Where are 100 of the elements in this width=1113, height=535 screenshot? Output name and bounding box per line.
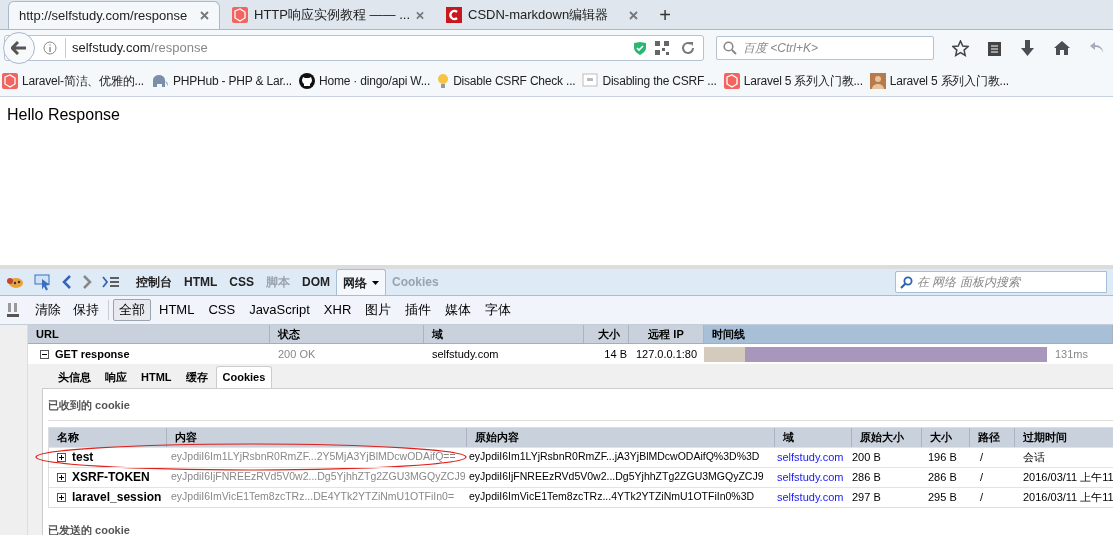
back-button[interactable] [3, 32, 35, 64]
column-header[interactable]: 时间线 [704, 325, 1113, 343]
section-title: 已发送的 cookie [48, 522, 131, 535]
cookie-name: XSRF-TOKEN [72, 469, 150, 486]
forward-chevron-icon[interactable] [82, 275, 92, 289]
close-icon[interactable] [629, 10, 638, 20]
domain-cell-text: selfstudy.com [431, 346, 500, 362]
size-cell-text: 286 B [927, 469, 958, 485]
column-header[interactable]: 大小 [584, 325, 629, 343]
detail-tab[interactable]: 响应 [99, 366, 133, 388]
browser-tab[interactable]: http://selfstudy.com/response [8, 1, 220, 29]
column-header[interactable]: 状态 [270, 325, 424, 343]
search-icon [723, 41, 737, 55]
column-header[interactable]: 过期时间 [1015, 427, 1113, 447]
column-header[interactable]: 名称 [49, 427, 167, 447]
info-icon[interactable] [43, 41, 57, 55]
panel-tab[interactable]: 控制台 [130, 269, 178, 295]
raw-value: eyJpdiI6ImVicE1Tem8zcTRz...4YTk2YTZiNmU1OTFiIn0%3D [468, 489, 756, 505]
bookmark-link[interactable]: Laravel-简洁、优雅的... [22, 72, 144, 90]
detail-tab[interactable]: 头信息 [52, 366, 97, 388]
filter-button[interactable]: JavaScript [243, 299, 316, 321]
page-icon [582, 73, 599, 89]
search-field[interactable]: 百度 <Ctrl+K> [716, 36, 934, 60]
browser-tab[interactable]: HTTP响应实例教程 —— ... [222, 1, 434, 29]
filter-button[interactable]: 媒体 [439, 299, 478, 321]
filter-button[interactable]: 字体 [479, 299, 518, 321]
detail-tab[interactable]: HTML [135, 366, 178, 388]
expand-icon[interactable] [57, 492, 66, 502]
dropdown-caret-icon [372, 280, 379, 285]
bookmark-link[interactable]: Disable CSRF Check ... [453, 72, 576, 90]
cookie-row[interactable]: laravel_session eyJpdiI6ImVicE1Tem8zcTRz...DE4YTk2YTZiNmU1OTFiIn0= eyJpdiI6ImVicE1Tem8zcTRz...4YTk2YTZiNmU1OTFiIn0%3D selfstudy.com 297 B 295 B / 2016/03/11 上午11 [49, 486, 1113, 507]
path-cell-text: / [979, 469, 985, 485]
column-header[interactable]: 内容 [167, 427, 467, 447]
column-header[interactable]: 大小 [922, 427, 970, 447]
bug-icon[interactable] [6, 275, 24, 289]
panel-tab[interactable]: 网络 [336, 269, 386, 295]
qr-code-icon[interactable] [655, 41, 669, 55]
tab-title: HTTP响应实例教程 —— ... [254, 6, 410, 25]
filter-button[interactable]: XHR [317, 299, 358, 321]
clipboard-list-icon[interactable] [987, 39, 1002, 57]
new-tab-button[interactable]: + [650, 1, 680, 29]
browser-tab[interactable]: CSDN-markdown编辑器 [436, 1, 648, 29]
toolbar-button[interactable]: 清除 [30, 300, 66, 320]
inspect-pointer-icon[interactable] [34, 273, 52, 291]
column-header[interactable]: 域 [775, 427, 852, 447]
close-icon[interactable] [200, 11, 209, 20]
page-text: Hello Response [7, 106, 120, 123]
path-cell-text: / [979, 489, 985, 505]
panel-tab[interactable]: HTML [178, 269, 224, 295]
bookmark-link[interactable]: Laravel 5 系列入门教... [743, 72, 863, 90]
star-icon[interactable] [952, 39, 969, 57]
detail-tab[interactable]: 缓存 [179, 366, 214, 388]
column-header[interactable]: URL [28, 325, 270, 343]
cookie-row[interactable]: test eyJpdiI6Im1LYjRsbnR0RmZF...2Y5MjA3YjBlMDcwODAifQ== eyJpdiI6Im1LYjRsbnR0RmZF...jA3YjBlMDcwODAifQ%3D%3D selfstudy.com 200 B 196 B / 会话 [49, 446, 1113, 467]
raw-size-cell-text: 286 B [852, 469, 882, 485]
bookmark-link[interactable]: Home · dingo/api W... [318, 72, 431, 90]
github-cat-icon [298, 73, 315, 89]
expand-icon[interactable] [57, 452, 66, 462]
back-arrow-icon [11, 41, 27, 55]
column-header[interactable]: 原始内容 [467, 427, 775, 447]
home-icon[interactable] [1053, 40, 1071, 56]
filter-button[interactable]: 全部 [113, 299, 151, 321]
bookmark-link[interactable]: PHPHub - PHP & Lar... [172, 72, 292, 90]
domain-link[interactable]: selfstudy.com [775, 488, 852, 506]
download-icon[interactable] [1020, 39, 1035, 57]
panel-tab[interactable]: DOM [296, 269, 336, 295]
detail-tab[interactable]: Cookies [215, 366, 273, 388]
raw-size-cell-text: 297 B [852, 489, 882, 505]
search-icon [900, 275, 913, 289]
column-header[interactable]: 原始大小 [852, 427, 922, 447]
column-header[interactable]: 路径 [970, 427, 1015, 447]
collapse-icon[interactable] [40, 349, 49, 359]
bookmark-link[interactable]: Laravel 5 系列入门教... [889, 72, 1009, 90]
cookie-value: eyJpdiI6ImVicE1Tem8zcTRz...DE4YTk2YTZiNmU1OTFiIn0= [170, 489, 456, 505]
column-header[interactable]: 域 [424, 325, 584, 343]
expires-cell-text: 2016/03/11 上午11 [1022, 489, 1113, 505]
tab-title: http://selfstudy.com/response [19, 6, 189, 25]
filter-button[interactable]: 插件 [399, 299, 438, 321]
shield-check-icon[interactable] [633, 40, 647, 56]
domain-link[interactable]: selfstudy.com [775, 448, 852, 466]
toolbar-button[interactable]: 保持 [68, 300, 104, 320]
expires-cell-text: 2016/03/11 上午11 [1022, 469, 1113, 485]
filter-button[interactable]: HTML [153, 299, 201, 321]
section-title: 已收到的 cookie [48, 397, 1113, 421]
filter-button[interactable]: 图片 [359, 299, 398, 321]
command-line-icon[interactable] [102, 276, 120, 288]
panel-tab[interactable]: CSS [223, 269, 260, 295]
xhr-pause-icon[interactable] [6, 302, 20, 318]
cookie-name: laravel_session [72, 489, 162, 506]
size-cell-text: 14 B [603, 346, 628, 362]
expand-icon[interactable] [57, 472, 66, 482]
reload-icon[interactable] [681, 41, 695, 55]
expires-cell-text: 会话 [1022, 449, 1046, 465]
panel-search-field[interactable]: 在 网络 面板内搜索 [895, 271, 1107, 293]
bookmark-link[interactable]: Disabling the CSRF ... [602, 72, 717, 90]
domain-link[interactable]: selfstudy.com [775, 468, 852, 486]
close-icon[interactable] [416, 10, 424, 20]
back-chevron-icon[interactable] [62, 275, 72, 289]
filter-button[interactable]: CSS [202, 299, 242, 321]
cookie-row[interactable]: XSRF-TOKEN eyJpdiI6IjFNREEzRVd5V0w2...Dg5YjhhZTg2ZGU3MGQyZCJ9 eyJpdiI6IjFNREEzRVd5V0w2...Dg5YjhhZTg2ZGU3MGQyZCJ9 selfstudy.com 286 B 286 B / 2016/03/11 上午11 [49, 466, 1113, 487]
